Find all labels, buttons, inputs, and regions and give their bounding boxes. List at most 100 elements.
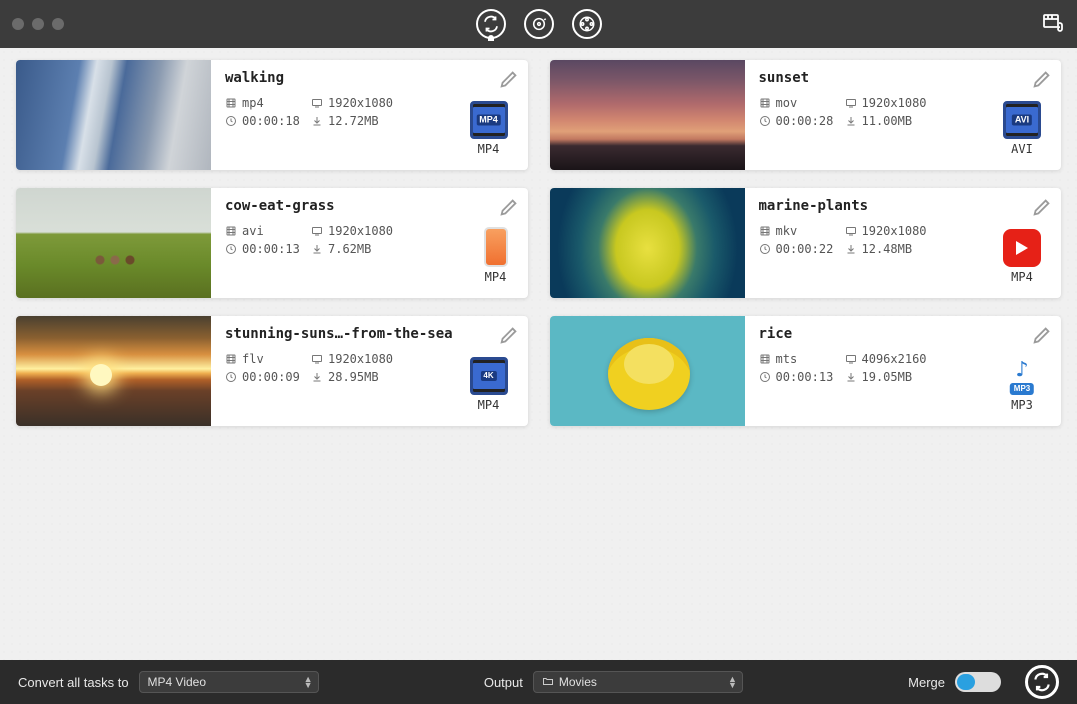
clock-icon — [759, 243, 771, 255]
pencil-icon — [1031, 196, 1053, 218]
edit-task-button[interactable] — [498, 68, 520, 90]
task-card[interactable]: stunning-suns…-from-the-sea flv 1920x108… — [16, 316, 528, 426]
edit-task-button[interactable] — [498, 196, 520, 218]
film-icon — [225, 225, 237, 237]
filesize: 7.62MB — [311, 242, 421, 256]
task-card[interactable]: walking mp4 1920x1080 00:00:18 12.72MB — [16, 60, 528, 170]
monitor-icon — [311, 353, 323, 365]
output-format-value: MP4 Video — [148, 675, 206, 689]
edit-mode-button[interactable] — [572, 9, 602, 39]
titlebar — [0, 0, 1077, 48]
container-format: avi — [225, 224, 311, 238]
resolution: 1920x1080 — [845, 224, 955, 238]
video-thumbnail — [550, 60, 745, 170]
zoom-window-button[interactable] — [52, 18, 64, 30]
stepper-icon: ▲▼ — [728, 676, 737, 688]
convert-mode-button[interactable] — [476, 9, 506, 39]
clock-icon — [759, 371, 771, 383]
film-icon — [225, 97, 237, 109]
merge-toggle[interactable] — [955, 672, 1001, 692]
task-card[interactable]: marine-plants mkv 1920x1080 00:00:22 12.… — [550, 188, 1062, 298]
duration: 00:00:18 — [225, 114, 311, 128]
video-thumbnail — [16, 60, 211, 170]
output-format-label: MP4 — [1011, 270, 1033, 284]
container-format: mov — [759, 96, 845, 110]
edit-task-button[interactable] — [1031, 196, 1053, 218]
task-title: marine-plants — [759, 198, 1048, 214]
download-icon — [311, 371, 323, 383]
resolution: 1920x1080 — [311, 224, 421, 238]
output-format-label: MP4 — [485, 270, 507, 284]
film-icon — [759, 225, 771, 237]
window-controls — [12, 18, 64, 30]
format-badge-icon — [470, 101, 508, 139]
video-thumbnail — [16, 188, 211, 298]
download-icon — [845, 115, 857, 127]
duration: 00:00:28 — [759, 114, 845, 128]
task-title: cow-eat-grass — [225, 198, 514, 214]
format-badge-icon — [1003, 357, 1041, 395]
output-format-label: AVI — [1011, 142, 1033, 156]
output-folder-select[interactable]: Movies ▲▼ — [533, 671, 743, 693]
output-format-label: MP4 — [478, 142, 500, 156]
monitor-icon — [311, 225, 323, 237]
monitor-icon — [311, 97, 323, 109]
film-icon — [759, 97, 771, 109]
close-window-button[interactable] — [12, 18, 24, 30]
video-thumbnail — [550, 316, 745, 426]
filesize: 12.48MB — [845, 242, 955, 256]
monitor-icon — [845, 97, 857, 109]
format-badge-icon — [484, 227, 508, 267]
monitor-icon — [845, 353, 857, 365]
output-format-button[interactable]: MP3 — [1003, 357, 1041, 412]
output-format-button[interactable]: MP4 — [470, 357, 508, 412]
download-icon — [845, 243, 857, 255]
output-format-label: MP3 — [1011, 398, 1033, 412]
task-card[interactable]: sunset mov 1920x1080 00:00:28 11.00MB — [550, 60, 1062, 170]
edit-task-button[interactable] — [498, 324, 520, 346]
convert-icon — [482, 15, 500, 33]
disc-icon — [531, 16, 547, 32]
video-thumbnail — [550, 188, 745, 298]
duration: 00:00:13 — [759, 370, 845, 384]
download-icon — [311, 115, 323, 127]
resolution: 1920x1080 — [845, 96, 955, 110]
task-title: sunset — [759, 70, 1048, 86]
rip-mode-button[interactable] — [524, 9, 554, 39]
output-format-select[interactable]: MP4 Video ▲▼ — [139, 671, 319, 693]
pencil-icon — [1031, 324, 1053, 346]
start-convert-button[interactable] — [1025, 665, 1059, 699]
format-badge-icon — [1003, 229, 1041, 267]
minimize-window-button[interactable] — [32, 18, 44, 30]
duration: 00:00:22 — [759, 242, 845, 256]
task-card[interactable]: cow-eat-grass avi 1920x1080 00:00:13 7.6… — [16, 188, 528, 298]
output-format-button[interactable]: AVI — [1003, 101, 1041, 156]
task-title: walking — [225, 70, 514, 86]
film-icon — [225, 353, 237, 365]
resolution: 1920x1080 — [311, 352, 421, 366]
folder-icon — [542, 675, 554, 690]
monitor-icon — [845, 225, 857, 237]
pencil-icon — [1031, 68, 1053, 90]
duration: 00:00:09 — [225, 370, 311, 384]
output-format-button[interactable]: MP4 — [470, 101, 508, 156]
container-format: mp4 — [225, 96, 311, 110]
resolution: 4096x2160 — [845, 352, 955, 366]
container-format: mkv — [759, 224, 845, 238]
pencil-icon — [498, 196, 520, 218]
merge-label: Merge — [908, 675, 945, 690]
media-library-icon — [1041, 10, 1065, 34]
output-format-button[interactable]: MP4 — [1003, 229, 1041, 284]
format-badge-icon — [470, 357, 508, 395]
output-format-button[interactable]: MP4 — [484, 227, 508, 284]
edit-task-button[interactable] — [1031, 68, 1053, 90]
film-icon — [759, 353, 771, 365]
film-reel-icon — [578, 15, 596, 33]
task-title: rice — [759, 326, 1048, 342]
format-badge-icon — [1003, 101, 1041, 139]
task-card[interactable]: rice mts 4096x2160 00:00:13 19.05MB — [550, 316, 1062, 426]
container-format: mts — [759, 352, 845, 366]
filesize: 12.72MB — [311, 114, 421, 128]
edit-task-button[interactable] — [1031, 324, 1053, 346]
media-library-button[interactable] — [1041, 10, 1065, 39]
